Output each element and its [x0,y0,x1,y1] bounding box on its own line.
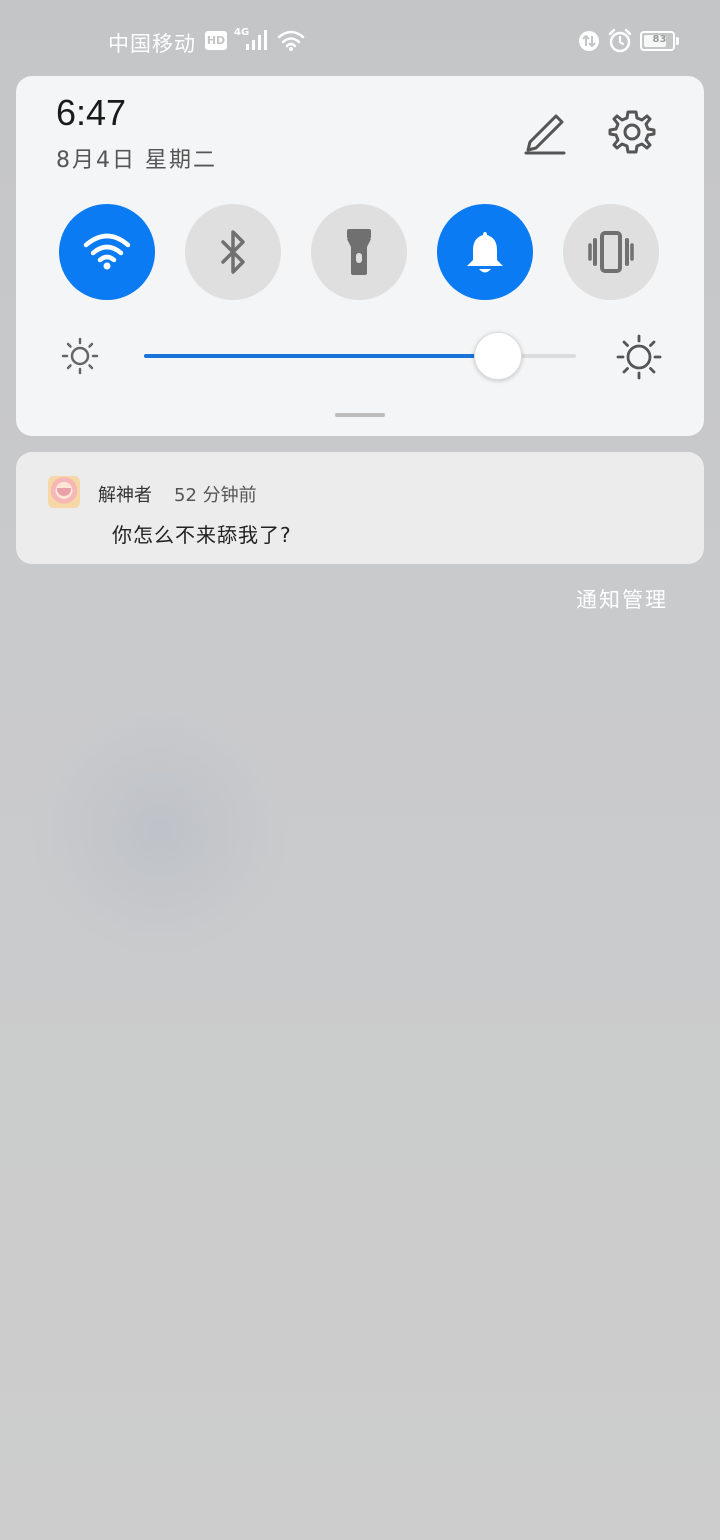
vibrate-icon [588,231,634,273]
status-bar: 中国移动 HD 4G 83 [0,0,720,76]
wifi-icon [83,233,131,270]
brightness-low-icon [61,337,99,375]
notification-app-name: 解神者 [98,485,152,506]
brightness-high-icon [616,334,662,380]
clock-date: 8月4日 星期二 [56,148,217,173]
brightness-slider-fill [144,354,499,358]
toggle-vibrate[interactable] [563,204,659,300]
bell-icon [467,232,503,273]
signal-icon [246,30,267,50]
clock-time: 6:47 [56,92,127,133]
battery-icon: 83 [640,31,680,51]
quick-settings-panel: 6:47 8月4日 星期二 [16,76,704,436]
wallpaper-blur [30,700,290,960]
notification-manage-link[interactable]: 通知管理 [576,584,668,614]
notification-time: 52 分钟前 [174,485,257,506]
toggle-bluetooth[interactable] [185,204,281,300]
toggle-flashlight[interactable] [311,204,407,300]
battery-level: 83 [652,34,667,45]
alarm-icon [608,28,632,53]
data-saver-icon [579,31,599,51]
carrier-name: 中国移动 [108,32,196,56]
edit-icon[interactable] [520,108,568,156]
notification-card[interactable]: 解神者 52 分钟前 你怎么不来舔我了? [16,452,704,564]
hd-icon: HD [205,31,227,50]
toggle-sound[interactable] [437,204,533,300]
brightness-slider-thumb[interactable] [474,332,523,380]
notification-message: 你怎么不来舔我了? [112,523,292,547]
flashlight-icon [347,229,371,275]
panel-drag-handle[interactable] [335,413,385,417]
wifi-icon [277,30,305,51]
toggle-wifi[interactable] [59,204,155,300]
bluetooth-icon [221,230,245,274]
app-avatar-icon [48,476,80,508]
settings-gear-icon[interactable] [608,108,656,156]
